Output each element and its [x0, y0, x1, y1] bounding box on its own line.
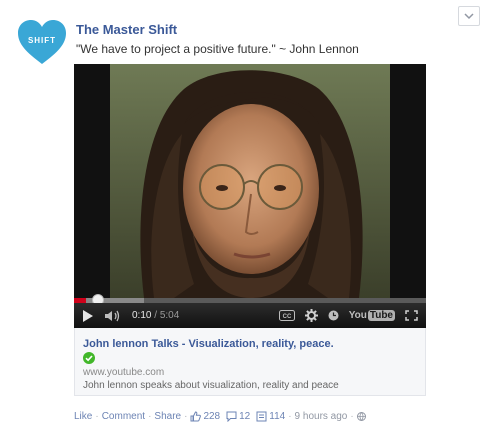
comment-count: 12	[239, 410, 251, 422]
clock-icon	[328, 310, 339, 321]
watch-later-button[interactable]	[328, 310, 339, 321]
comment-link[interactable]: Comment	[102, 411, 145, 422]
chevron-down-icon	[464, 12, 474, 19]
like-count-link[interactable]: 228	[190, 411, 220, 422]
post-message: "We have to project a positive future." …	[76, 42, 359, 56]
video-thumbnail[interactable]	[74, 64, 426, 298]
fullscreen-button[interactable]	[405, 310, 418, 321]
play-button[interactable]	[82, 309, 94, 323]
link-preview[interactable]: John lennon Talks - Visualization, reali…	[74, 328, 426, 396]
youtube-logo-you: You	[348, 310, 367, 321]
captions-button[interactable]: CC	[278, 310, 295, 321]
current-time: 0:10	[132, 310, 152, 321]
video-player[interactable]: 0:10 / 5:04 CC You Tube	[74, 64, 426, 328]
fullscreen-icon	[405, 310, 418, 321]
like-count: 228	[203, 410, 221, 422]
globe-icon[interactable]	[356, 411, 366, 421]
like-link[interactable]: Like	[74, 411, 92, 422]
check-circle-icon	[83, 352, 95, 364]
share-count-link[interactable]: 114	[256, 411, 285, 422]
volume-button[interactable]	[104, 309, 122, 323]
cc-icon: CC	[278, 310, 295, 321]
video-duration: 5:04	[159, 310, 180, 321]
post-action-bar: Like · Comment · Share · 228 12 114 · 9 …	[74, 409, 366, 423]
link-title[interactable]: John lennon Talks - Visualization, reali…	[83, 338, 334, 350]
video-time-display: 0:10 / 5:04	[132, 310, 180, 321]
share-icon	[256, 411, 267, 421]
link-domain: www.youtube.com	[83, 367, 165, 378]
link-description: John lennon speaks about visualization, …	[83, 380, 339, 391]
comment-count-link[interactable]: 12	[226, 411, 250, 422]
volume-icon	[105, 310, 120, 321]
video-controls: 0:10 / 5:04 CC You Tube	[74, 303, 426, 328]
page-name-link[interactable]: The Master Shift	[76, 22, 177, 37]
youtube-logo-button[interactable]: You Tube	[349, 310, 395, 321]
youtube-logo-tube: Tube	[367, 310, 395, 321]
comment-icon	[226, 411, 237, 422]
page-avatar[interactable]: SHIFT	[16, 18, 68, 66]
post-options-button[interactable]	[458, 6, 480, 26]
avatar-text: SHIFT	[28, 36, 56, 45]
svg-text:CC: CC	[282, 314, 291, 320]
play-icon	[83, 309, 93, 322]
thumbs-up-icon	[190, 410, 202, 421]
settings-button[interactable]	[304, 309, 318, 322]
share-link[interactable]: Share	[154, 411, 181, 422]
post-timestamp[interactable]: 9 hours ago	[295, 411, 348, 422]
share-count: 114	[269, 410, 286, 422]
gear-icon	[304, 309, 318, 322]
